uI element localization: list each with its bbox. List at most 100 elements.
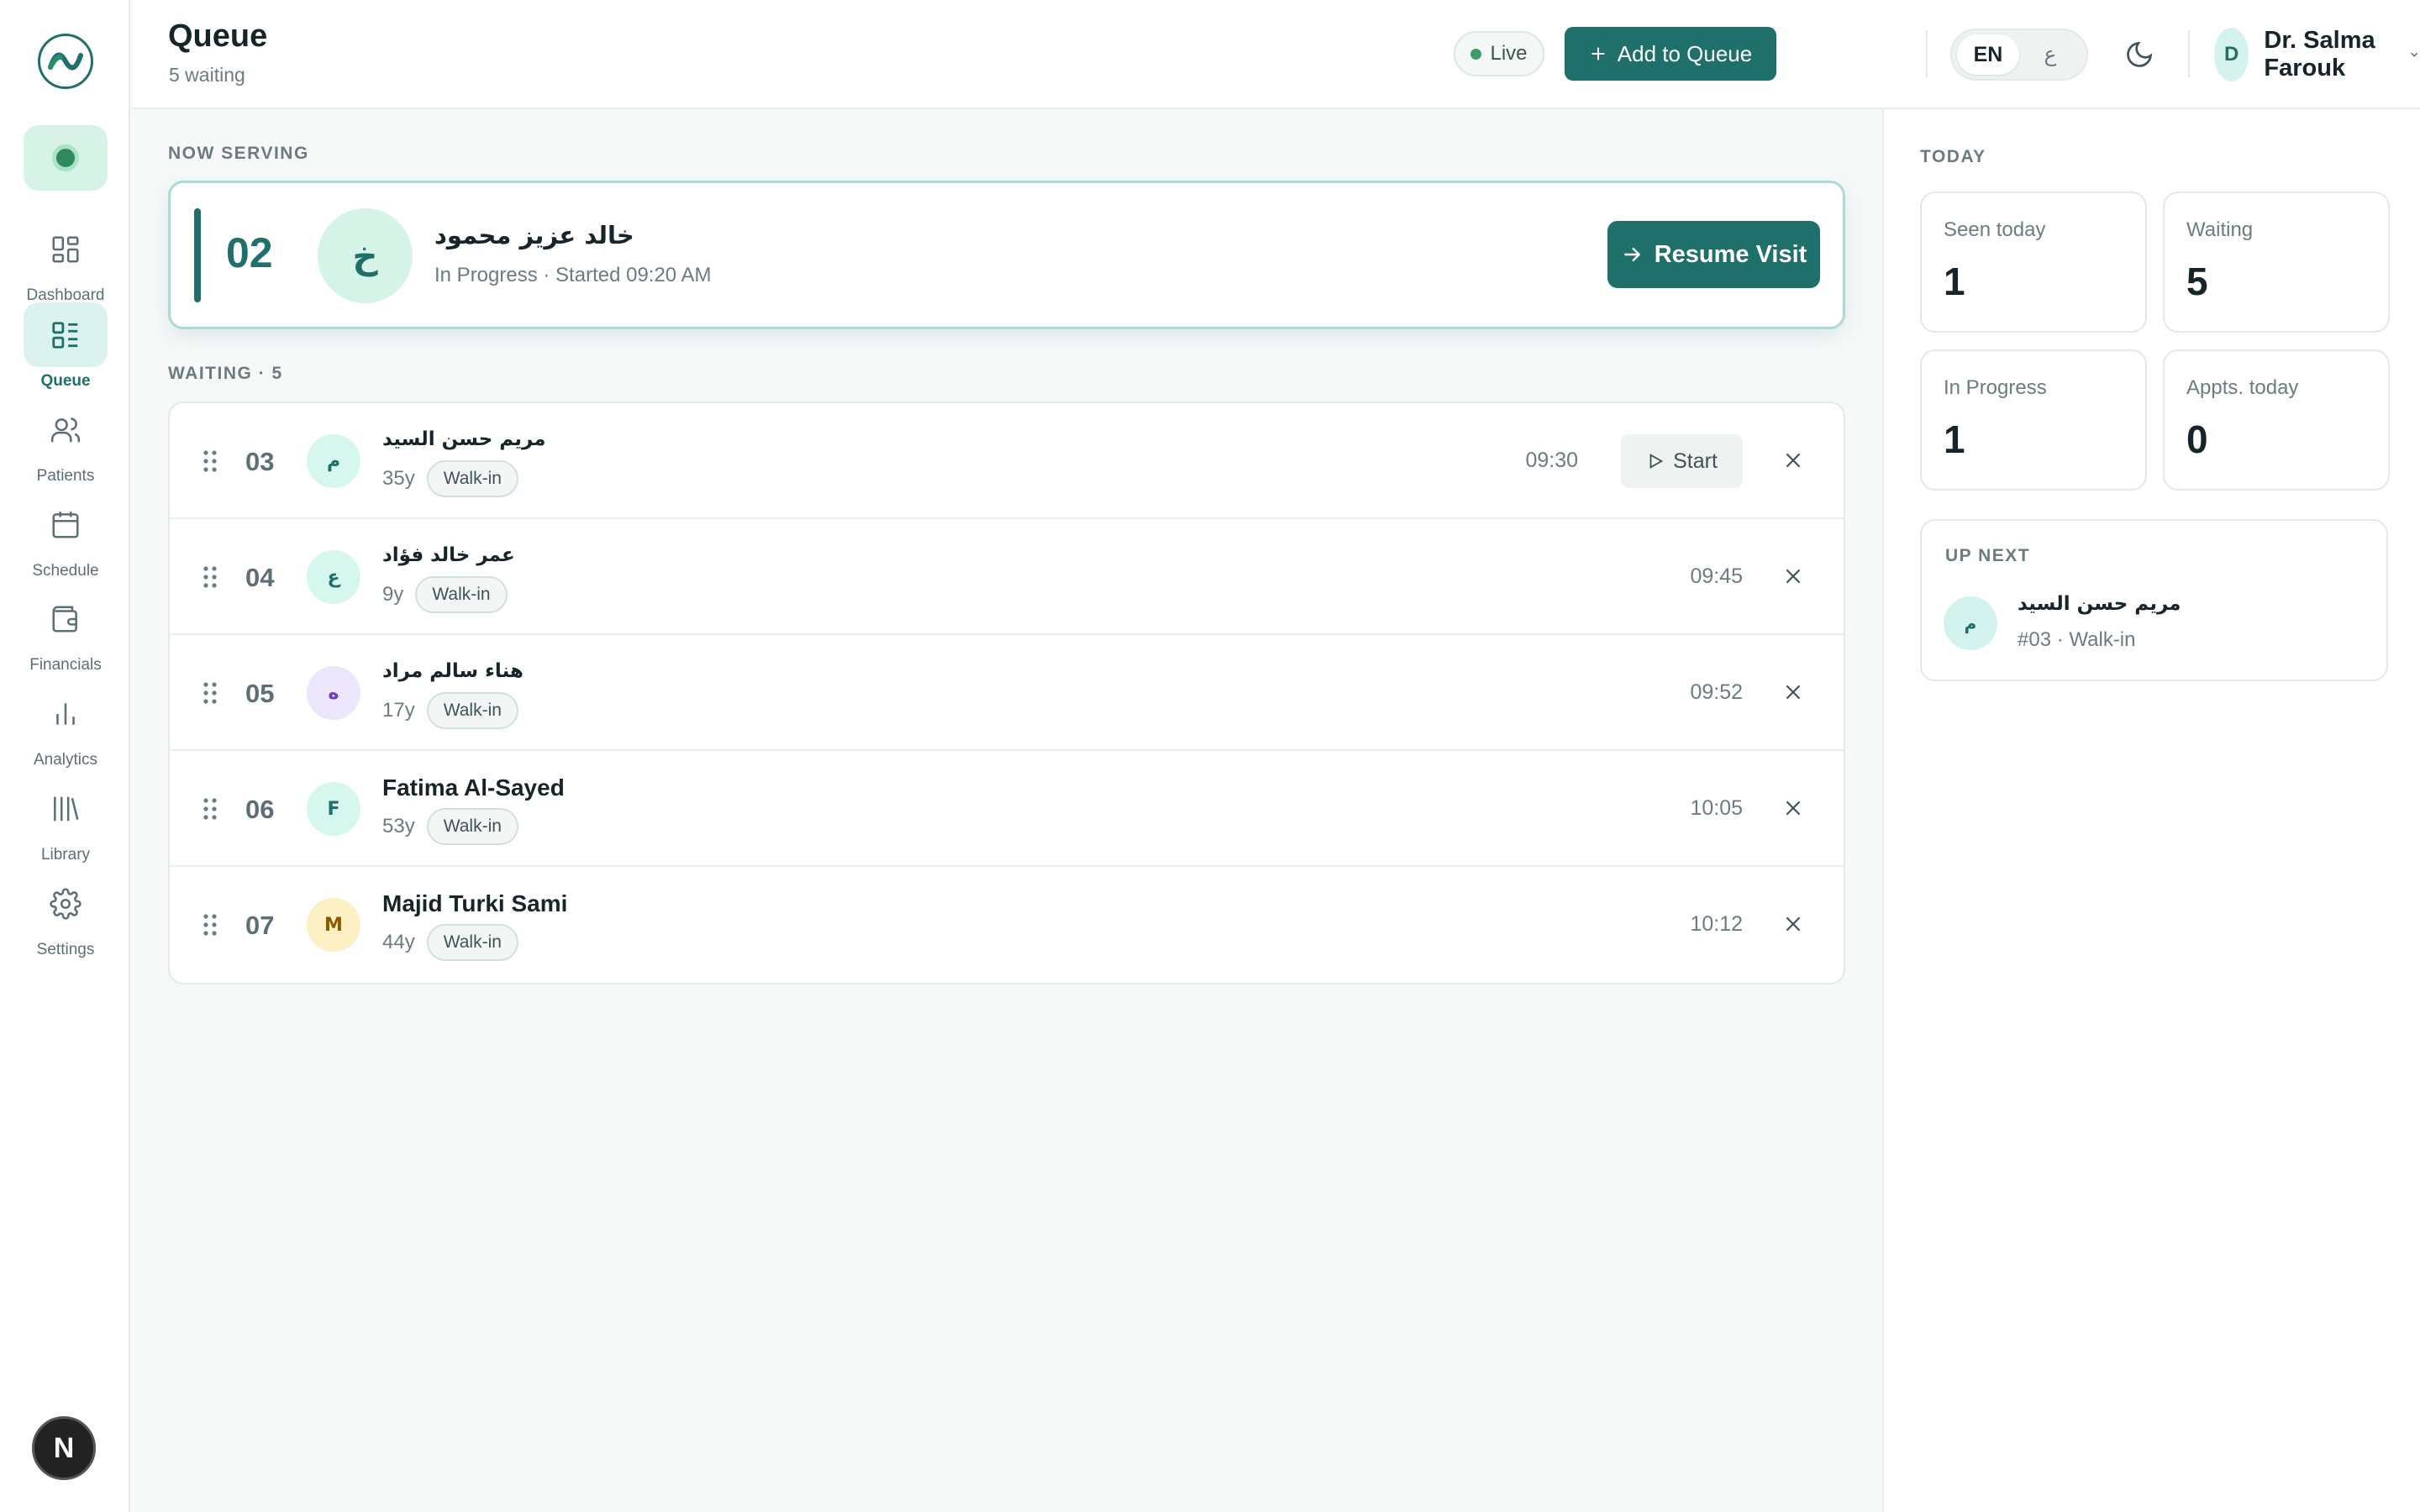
stat-label: Appts. today bbox=[2186, 376, 2299, 399]
queue-time: 09:45 bbox=[1690, 564, 1743, 588]
user-name: Dr. Salma Farouk bbox=[2264, 27, 2375, 81]
remove-from-queue-close-icon[interactable] bbox=[1781, 448, 1806, 473]
lang-en-option[interactable]: EN bbox=[1957, 34, 2019, 75]
visit-type-badge: Walk-in bbox=[426, 808, 518, 845]
patient-meta: 53y Walk-in bbox=[382, 808, 518, 845]
app-logo[interactable] bbox=[38, 34, 93, 89]
drag-handle-icon[interactable] bbox=[202, 796, 218, 822]
sidebar-item-label: Settings bbox=[36, 941, 95, 958]
chevron-down-icon bbox=[2410, 52, 2417, 57]
sidebar-item-label: Schedule bbox=[32, 562, 99, 580]
drag-handle-icon[interactable] bbox=[202, 680, 218, 706]
patient-name[interactable]: عمر خالد فؤاد bbox=[382, 544, 515, 566]
stat-value: 1 bbox=[1944, 417, 1965, 461]
up-next-avatar: م bbox=[1944, 596, 1997, 650]
waiting-section-label: WAITING · 5 bbox=[168, 364, 283, 383]
queue-number: 05 bbox=[245, 679, 275, 708]
sidebar-item-library[interactable]: Library bbox=[15, 776, 116, 864]
sidebar-item-financials[interactable]: Financials bbox=[15, 586, 116, 675]
stat-card-in-progress: In Progress 1 bbox=[1920, 349, 2147, 491]
accent-bar bbox=[194, 208, 201, 302]
patient-avatar: م bbox=[307, 434, 360, 488]
drag-handle-icon[interactable] bbox=[202, 912, 218, 937]
sidebar: Dashboard Queue Patients Schedule Financ… bbox=[0, 0, 130, 1512]
visit-type-badge: Walk-in bbox=[415, 576, 508, 613]
sidebar-item-label: Queue bbox=[40, 372, 91, 390]
queue-time: 09:52 bbox=[1690, 680, 1743, 704]
patient-age: 53y bbox=[382, 815, 415, 837]
visit-type-badge: Walk-in bbox=[426, 924, 518, 961]
arrow-right-icon bbox=[1624, 247, 1641, 262]
patient-meta: 9y Walk-in bbox=[382, 576, 508, 613]
remove-from-queue-close-icon[interactable] bbox=[1781, 680, 1806, 705]
sidebar-item-analytics[interactable]: Analytics bbox=[15, 681, 116, 769]
remove-from-queue-close-icon[interactable] bbox=[1781, 795, 1806, 821]
sidebar-item-queue[interactable]: Queue bbox=[15, 302, 116, 391]
queue-number: 03 bbox=[245, 447, 275, 476]
visit-type-badge: Walk-in bbox=[426, 692, 518, 729]
stat-label: Seen today bbox=[1944, 218, 2046, 241]
patient-name[interactable]: مريم حسن السيد bbox=[382, 428, 546, 450]
library-icon bbox=[24, 776, 108, 841]
now-serving-label: NOW SERVING bbox=[168, 144, 309, 163]
patient-age: 35y bbox=[382, 467, 415, 490]
patient-meta: 44y Walk-in bbox=[382, 924, 518, 961]
wallet-icon bbox=[24, 586, 108, 651]
play-icon bbox=[1649, 454, 1664, 469]
dark-mode-moon-icon[interactable] bbox=[2122, 37, 2157, 72]
lang-ar-option[interactable]: ع bbox=[2019, 34, 2081, 75]
up-next-meta: #03 · Walk-in bbox=[2018, 628, 2136, 651]
up-next-card[interactable]: UP NEXT م مريم حسن السيد #03 · Walk-in bbox=[1920, 519, 2388, 681]
remove-from-queue-close-icon[interactable] bbox=[1781, 564, 1806, 589]
resume-visit-label: Resume Visit bbox=[1654, 240, 1807, 268]
live-label: Live bbox=[1490, 42, 1528, 65]
queue-row[interactable]: 04 ع عمر خالد فؤاد 9y Walk-in 09:45 bbox=[170, 519, 1844, 635]
resume-visit-button[interactable]: Resume Visit bbox=[1607, 221, 1820, 288]
queue-row[interactable]: 03 م مريم حسن السيد 35y Walk-in 09:30 Start bbox=[170, 403, 1844, 519]
language-toggle[interactable]: EN ع bbox=[1950, 29, 2088, 81]
patient-age: 17y bbox=[382, 699, 415, 722]
visit-type-badge: Walk-in bbox=[426, 460, 518, 497]
queue-row[interactable]: 07 M Majid Turki Sami 44y Walk-in 10:12 bbox=[170, 867, 1844, 983]
patient-age: 9y bbox=[382, 583, 404, 606]
patient-avatar: ه bbox=[307, 666, 360, 720]
calendar-icon bbox=[24, 492, 108, 557]
queue-time: 09:30 bbox=[1525, 449, 1578, 472]
sidebar-item-label: Patients bbox=[36, 467, 95, 485]
user-avatar: D bbox=[2214, 28, 2249, 81]
stat-card-appointments-today: Appts. today 0 bbox=[2163, 349, 2390, 491]
patient-name[interactable]: Fatima Al-Sayed bbox=[382, 774, 565, 801]
stat-value: 5 bbox=[2186, 260, 2208, 303]
queue-number: 07 bbox=[245, 911, 275, 940]
sidebar-item-dashboard[interactable]: Dashboard bbox=[15, 217, 116, 305]
user-menu[interactable]: D Dr. Salma Farouk bbox=[2214, 25, 2420, 84]
sidebar-item-schedule[interactable]: Schedule bbox=[15, 492, 116, 580]
queue-row[interactable]: 05 ه هناء سالم مراد 17y Walk-in 09:52 bbox=[170, 635, 1844, 751]
start-label: Start bbox=[1673, 449, 1718, 473]
bar-chart-icon bbox=[24, 681, 108, 746]
sidebar-item-label: Library bbox=[40, 846, 91, 864]
drag-handle-icon[interactable] bbox=[202, 564, 218, 590]
queue-time: 10:12 bbox=[1690, 912, 1743, 936]
online-status-indicator[interactable] bbox=[24, 125, 108, 191]
queue-number: 04 bbox=[245, 563, 275, 592]
sidebar-item-settings[interactable]: Settings bbox=[15, 871, 116, 959]
queue-row[interactable]: 06 F Fatima Al-Sayed 53y Walk-in 10:05 bbox=[170, 751, 1844, 867]
dev-tools-avatar[interactable]: N bbox=[32, 1416, 96, 1480]
remove-from-queue-close-icon[interactable] bbox=[1781, 911, 1806, 937]
today-panel: TODAY Seen today 1 Waiting 5 In Progress… bbox=[1882, 109, 2420, 1512]
patient-avatar: ع bbox=[307, 550, 360, 604]
stat-label: In Progress bbox=[1944, 376, 2047, 399]
stat-card-seen-today: Seen today 1 bbox=[1920, 192, 2147, 333]
page-title: Queue bbox=[168, 18, 268, 54]
patient-name[interactable]: Majid Turki Sami bbox=[382, 890, 567, 917]
stat-card-waiting: Waiting 5 bbox=[2163, 192, 2390, 333]
patient-name[interactable]: هناء سالم مراد bbox=[382, 660, 523, 682]
stat-value: 0 bbox=[2186, 417, 2208, 461]
up-next-label: UP NEXT bbox=[1945, 546, 2031, 565]
add-to-queue-button[interactable]: Add to Queue bbox=[1565, 27, 1776, 81]
sidebar-item-patients[interactable]: Patients bbox=[15, 397, 116, 486]
top-header: Queue 5 waiting Live Add to Queue EN ع D… bbox=[132, 0, 2420, 109]
start-visit-button[interactable]: Start bbox=[1621, 434, 1743, 488]
drag-handle-icon[interactable] bbox=[202, 449, 218, 474]
